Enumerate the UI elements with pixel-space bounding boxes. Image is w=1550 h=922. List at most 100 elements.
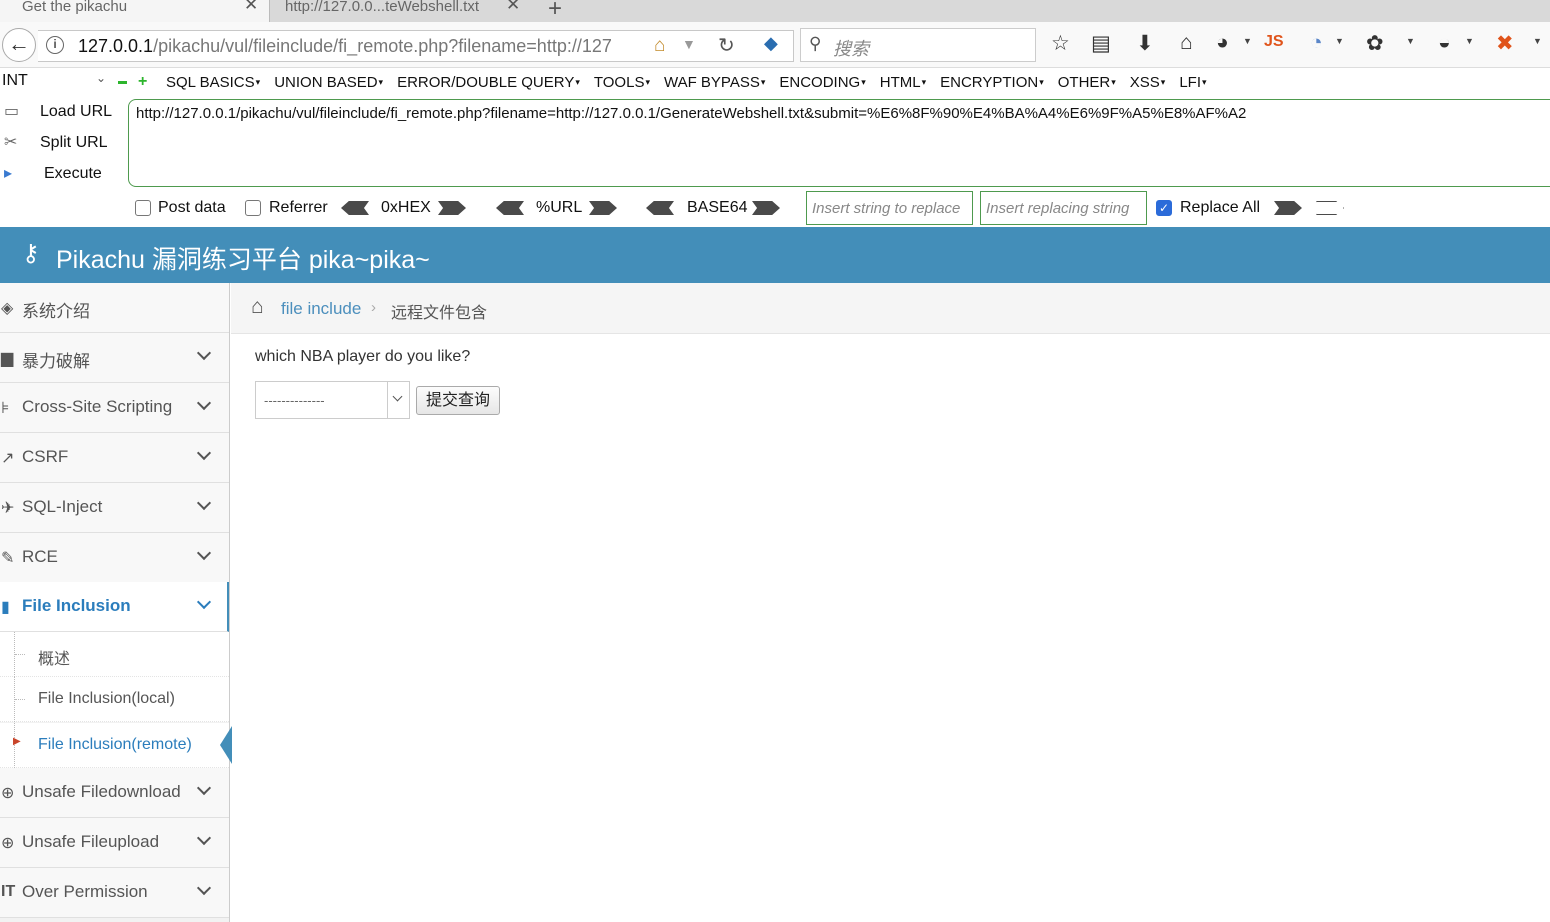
menu-encoding[interactable]: ENCODING [779,74,865,91]
active-pointer [220,726,232,764]
sidebar-item-label: Unsafe Filedownload [22,782,181,801]
sidebar-item-csrf[interactable]: ↗ CSRF [0,433,229,483]
hackbar: INT ⌄ + SQL BASICS UNION BASED ERROR/DOUBL… [0,69,1550,227]
home-icon[interactable]: ⌂ [1180,31,1193,55]
sidebar-item-intro[interactable]: ◈ 系统介绍 [0,283,229,333]
url-encode-arrow-icon[interactable] [589,201,617,215]
menu-union-based[interactable]: UNION BASED [274,74,383,91]
info-icon[interactable]: i [46,36,64,54]
site-title[interactable]: Pikachu 漏洞练习平台 pika~pika~ [56,240,430,276]
menu-xss[interactable]: XSS [1130,74,1166,91]
palette-icon[interactable]: ✿ [1366,31,1384,56]
chevron-down-icon[interactable]: ▼ [1406,36,1415,46]
close-icon[interactable]: ✕ [244,0,258,13]
chevron-down-icon [196,594,212,610]
tools-extension-icon[interactable]: ✖ [1496,31,1514,56]
sidebar-item-xss[interactable]: ⊧ Cross-Site Scripting [0,383,229,433]
sidebar-subitem-overview[interactable]: 概述 [0,632,229,677]
chevron-down-icon[interactable]: ▼ [1243,36,1252,46]
sidebar-item-unsafe-fileupload[interactable]: ⊕ Unsafe Fileupload [0,818,229,868]
menu-error-double-query[interactable]: ERROR/DOUBLE QUERY [397,74,580,91]
sidebar-item-unsafe-filedownload[interactable]: ⊕ Unsafe Filedownload [0,768,229,818]
globe-extension-icon[interactable]: ◕ [1216,31,1229,55]
sidebar-item-file-inclusion[interactable]: ▮ File Inclusion [0,582,229,632]
sidebar-subitem-label: File Inclusion(local) [38,690,175,707]
menu-encryption[interactable]: ENCRYPTION [940,74,1044,91]
bookmark-star-icon[interactable]: ☆ [1051,31,1070,56]
js-extension-icon[interactable]: JS [1264,33,1284,51]
menu-sql-basics[interactable]: SQL BASICS [166,74,260,91]
hex-decode-arrow-icon[interactable] [341,201,369,215]
close-icon[interactable]: ✕ [506,0,520,13]
sidebar-subitem-remote[interactable]: ▶ File Inclusion(remote) [0,723,232,768]
breadcrumb-link[interactable]: file include [281,299,361,319]
home-icon[interactable]: ⌂ [251,295,264,319]
base64-encode-arrow-icon[interactable] [752,201,780,215]
sidebar-subitem-local[interactable]: File Inclusion(local) [0,677,229,722]
breadcrumb-current: 远程文件包含 [391,305,488,322]
spy-extension-icon[interactable]: ◒ [1438,31,1451,55]
url-bar[interactable]: i 127.0.0.1/pikachu/vul/fileinclude/fi_r… [38,30,794,62]
hex-encode-arrow-icon[interactable] [438,201,466,215]
sidebar-item-rce[interactable]: ✎ RCE [0,533,229,583]
int-select[interactable]: INT ⌄ [2,71,108,94]
sidebar-item-over-permission[interactable]: IT Over Permission [0,868,229,918]
bird-extension-icon[interactable]: ◆ [764,33,778,54]
sitemap-icon: ⊧ [1,400,10,417]
url-decode-arrow-icon[interactable] [496,201,524,215]
tab-get-the-pikachu[interactable]: Get the pikachu ✕ [0,0,270,22]
player-select[interactable]: -------------- [255,381,410,419]
chevron-down-icon[interactable]: ▼ [1533,36,1542,46]
split-url-label: Split URL [40,134,108,151]
load-url-icon: ▭ [4,103,20,120]
plus-icon[interactable]: + [138,73,147,91]
network-extension-icon[interactable]: ◔ [1310,31,1323,55]
chevron-down-icon [196,545,212,561]
reload-icon[interactable]: ↻ [718,33,735,58]
replace-arrow-icon[interactable] [1274,201,1302,215]
download-icon: ⊕ [1,785,15,802]
menu-tools[interactable]: TOOLS [594,74,650,91]
base64-decode-arrow-icon[interactable] [646,201,674,215]
sidebar: ◈ 系统介绍 ▆ 暴力破解 ⊧ Cross-Site Scripting ↗ C… [0,283,232,922]
tab-webshell[interactable]: http://127.0.0...teWebshell.txt ✕ [270,0,535,22]
execute-label: Execute [44,165,102,182]
post-data-checkbox[interactable] [135,200,151,216]
url-history-dropdown-icon[interactable]: ▼ [682,36,696,52]
back-arrow-icon[interactable]: ← [2,28,36,62]
reading-list-icon[interactable]: ▤ [1091,31,1111,56]
menu-lfi[interactable]: LFI [1179,74,1206,91]
hackbar-url-textarea[interactable]: http://127.0.0.1/pikachu/vul/fileinclude… [128,99,1550,187]
chevron-down-icon [196,445,212,461]
download-icon[interactable]: ⬇ [1136,31,1154,56]
chevron-down-icon[interactable]: ▼ [1335,36,1344,46]
sidebar-subitem-label: File Inclusion(remote) [38,736,192,753]
split-url-button[interactable]: ✂ Split URL [4,132,124,152]
replace-all-checkbox[interactable]: ✓ [1156,200,1172,216]
pencil-icon: ✎ [1,550,15,567]
sidebar-item-sql-inject[interactable]: ✈ SQL-Inject [0,483,229,533]
submit-button[interactable]: 提交查询 [416,386,500,415]
menu-html[interactable]: HTML [880,74,926,91]
chevron-down-icon [387,382,409,418]
minus-icon[interactable] [118,81,127,84]
tree-branch [15,699,25,700]
menu-other[interactable]: OTHER [1058,74,1116,91]
home-page-icon[interactable]: ⌂ [654,35,665,57]
sidebar-item-label: File Inclusion [22,596,131,615]
replace-all-arrow-icon[interactable] [1316,201,1344,215]
url-text[interactable]: 127.0.0.1/pikachu/vul/fileinclude/fi_rem… [78,36,648,57]
sidebar-item-brute-force[interactable]: ▆ 暴力破解 [0,333,229,383]
replace-string-input[interactable]: Insert string to replace [806,191,973,225]
chevron-right-icon: › [371,299,376,316]
execute-button[interactable]: ▸ Execute [4,163,124,183]
replacing-string-input[interactable]: Insert replacing string [980,191,1147,225]
chevron-down-icon[interactable]: ▼ [1465,36,1474,46]
menu-waf-bypass[interactable]: WAF BYPASS [664,74,765,91]
new-tab-plus-icon[interactable]: + [548,0,562,23]
referrer-checkbox[interactable] [245,200,261,216]
search-input[interactable]: ⚲ 搜索 [800,28,1036,62]
load-url-button[interactable]: ▭ Load URL [4,101,124,121]
base64-label: BASE64 [687,199,748,216]
url-path: /pikachu/vul/fileinclude/fi_remote.php?f… [153,36,612,56]
